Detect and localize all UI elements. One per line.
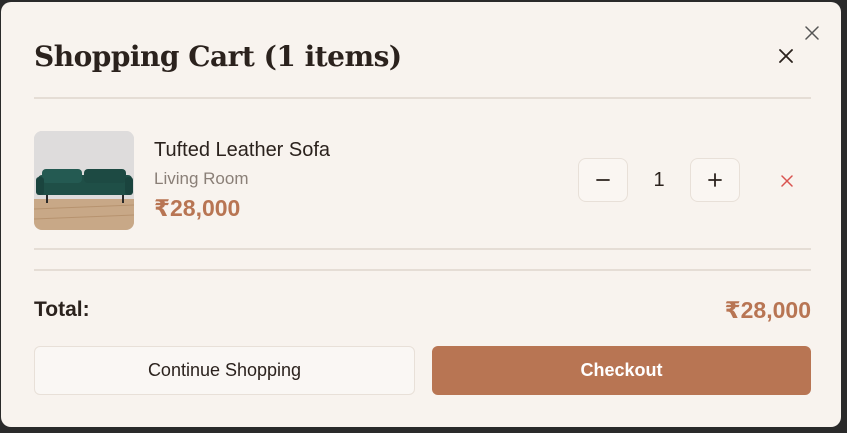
product-category: Living Room bbox=[154, 169, 249, 188]
minus-icon bbox=[596, 179, 610, 181]
summary-divider bbox=[34, 269, 811, 271]
remove-icon bbox=[781, 175, 793, 187]
checkout-button[interactable]: Checkout bbox=[432, 346, 811, 395]
close-cart-button[interactable] bbox=[774, 44, 798, 68]
total-label: Total: bbox=[34, 298, 90, 321]
close-icon bbox=[779, 49, 793, 63]
page-title: Shopping Cart (1 items) bbox=[34, 40, 402, 73]
decrease-quantity-button[interactable] bbox=[578, 158, 628, 202]
product-price: ₹28,000 bbox=[154, 195, 241, 221]
increase-quantity-button[interactable] bbox=[690, 158, 740, 202]
header-divider bbox=[34, 97, 811, 99]
plus-icon bbox=[708, 173, 722, 187]
product-name[interactable]: Tufted Leather Sofa bbox=[154, 139, 330, 162]
continue-shopping-button[interactable]: Continue Shopping bbox=[34, 346, 415, 395]
cart-item: Tufted Leather Sofa Living Room ₹28,000 … bbox=[34, 129, 811, 231]
total-value: ₹28,000 bbox=[724, 297, 811, 323]
quantity-value: 1 bbox=[653, 169, 665, 191]
product-image bbox=[34, 131, 134, 230]
item-divider bbox=[34, 248, 811, 250]
cart-modal: Shopping Cart (1 items) Tufted Leather S… bbox=[1, 2, 841, 427]
remove-item-button[interactable] bbox=[774, 168, 800, 194]
cart-header: Shopping Cart (1 items) bbox=[34, 34, 811, 82]
